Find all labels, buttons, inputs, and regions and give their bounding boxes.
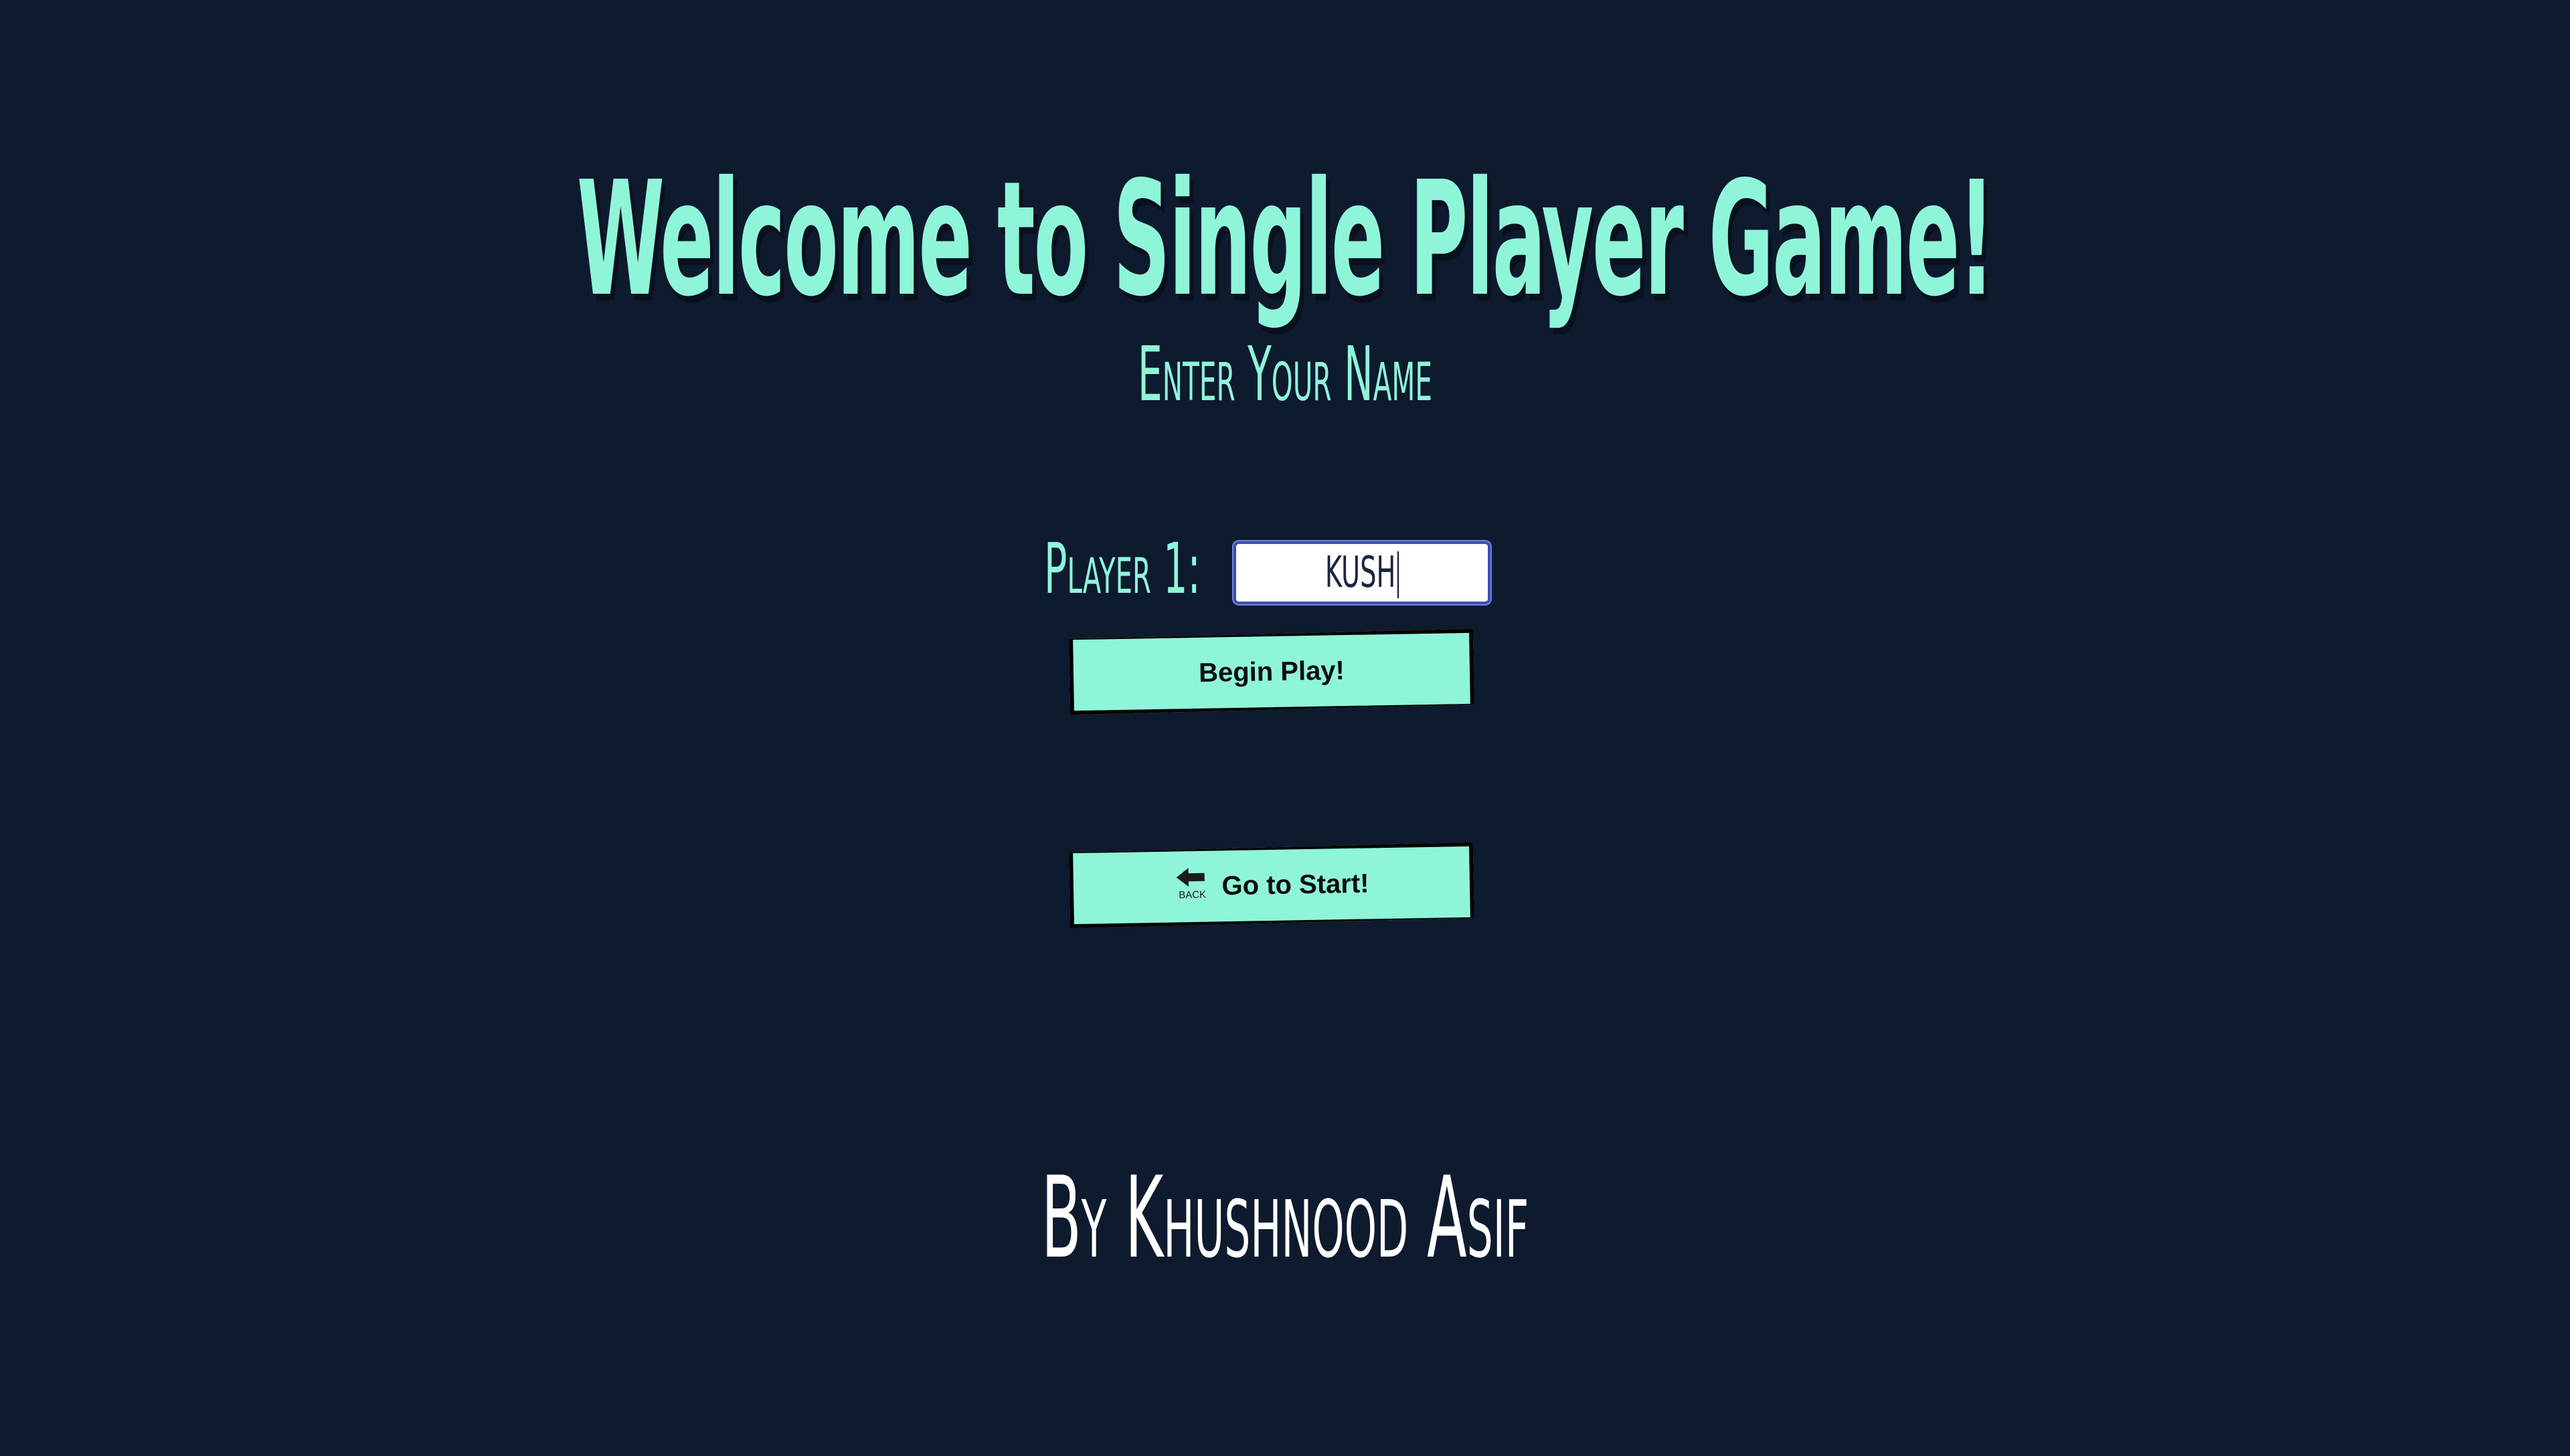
go-to-start-label: Go to Start! <box>1221 869 1369 901</box>
begin-play-button[interactable]: Begin Play! <box>1069 629 1474 715</box>
enter-name-heading: Enter Your Name <box>1137 331 1433 418</box>
go-to-start-button[interactable]: BACK Go to Start! <box>1069 842 1474 929</box>
player-name-input[interactable] <box>1233 541 1490 604</box>
back-icon-text: BACK <box>1179 889 1207 901</box>
back-arrow-icon: BACK <box>1174 864 1211 905</box>
player-1-label: Player 1: <box>1044 528 1201 610</box>
page-title: Welcome to Single Player Game! <box>576 147 1995 332</box>
begin-play-label: Begin Play! <box>1198 656 1345 688</box>
author-credit: By Khushnood Asif <box>1041 1152 1529 1283</box>
